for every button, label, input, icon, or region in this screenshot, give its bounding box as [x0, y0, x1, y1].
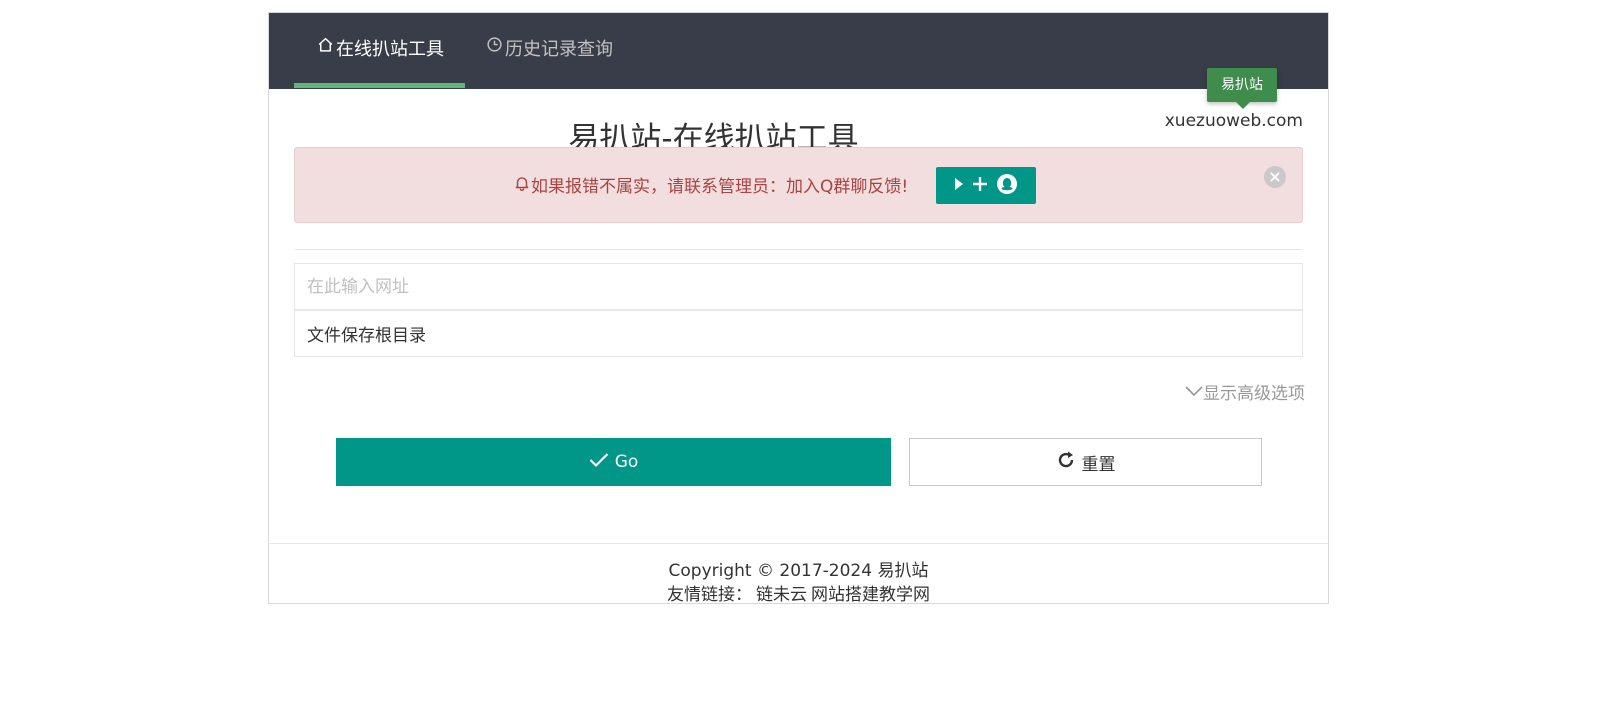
- go-button[interactable]: Go: [336, 438, 891, 486]
- tab-label: 历史记录查询: [505, 39, 613, 60]
- url-input[interactable]: [294, 263, 1303, 310]
- go-label: Go: [614, 452, 639, 472]
- copyright-text: Copyright © 2017-2024 易扒站: [668, 561, 929, 581]
- play-icon: [954, 176, 964, 195]
- tab-history[interactable]: 历史记录查询: [486, 13, 613, 89]
- join-qq-group-button[interactable]: [936, 167, 1036, 204]
- chevron-down-icon: [1185, 382, 1203, 402]
- site-name-tooltip: 易扒站: [1207, 68, 1277, 109]
- tab-online-tool[interactable]: 在线扒站工具: [317, 13, 444, 89]
- reset-button[interactable]: 重置: [909, 438, 1262, 486]
- friend-links-label: 友情链接：: [667, 585, 752, 605]
- reset-label: 重置: [1081, 454, 1116, 475]
- save-directory-input[interactable]: [294, 310, 1303, 357]
- advanced-label: 显示高级选项: [1203, 384, 1305, 404]
- alert-banner: 如果报错不属实，请联系管理员：加入Q群聊反馈! ×: [294, 147, 1303, 223]
- friend-link-tutorial[interactable]: 网站搭建教学网: [811, 585, 930, 605]
- main-panel: 在线扒站工具 历史记录查询 xuezuoweb.com 易扒站-在线扒站工具 如…: [268, 12, 1329, 605]
- active-tab-indicator: [294, 83, 465, 88]
- bell-icon: [513, 174, 531, 197]
- divider: [294, 249, 1303, 250]
- clock-icon: [486, 11, 503, 85]
- home-icon: [317, 11, 334, 85]
- tab-label: 在线扒站工具: [336, 39, 444, 60]
- plus-icon: [972, 176, 988, 196]
- friend-link-lianweiyun[interactable]: 链未云: [756, 585, 807, 605]
- show-advanced-options-toggle[interactable]: 显示高级选项: [1185, 379, 1305, 404]
- footer: Copyright © 2017-2024 易扒站 友情链接： 链未云 网站搭建教学…: [269, 543, 1328, 605]
- friend-links: 友情链接： 链未云 网站搭建教学网: [269, 580, 1328, 605]
- check-icon: [589, 452, 609, 473]
- alert-message: 如果报错不属实，请联系管理员：加入Q群聊反馈!: [513, 172, 908, 199]
- refresh-icon: [1056, 450, 1076, 475]
- qq-icon: [996, 173, 1018, 199]
- close-icon[interactable]: ×: [1264, 166, 1286, 188]
- alert-text: 如果报错不属实，请联系管理员：加入Q群聊反馈!: [531, 177, 909, 197]
- tab-bar: 在线扒站工具 历史记录查询: [269, 13, 1328, 89]
